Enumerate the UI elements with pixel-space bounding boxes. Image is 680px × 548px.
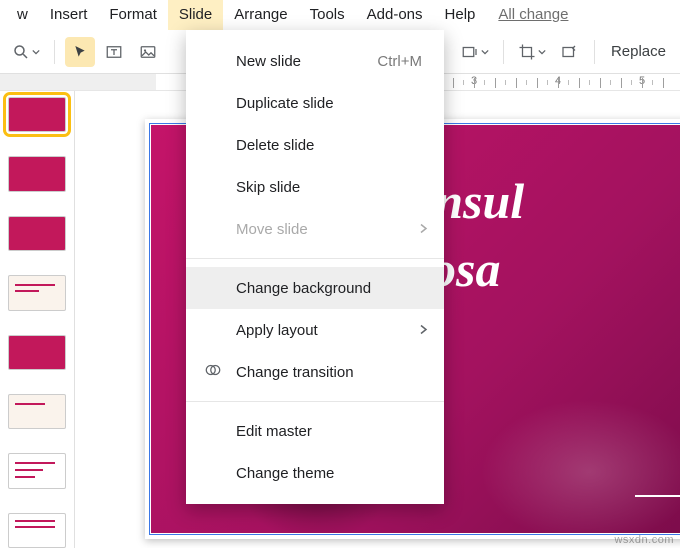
menu-label: Move slide (236, 221, 308, 238)
menu-label: Edit master (236, 423, 312, 440)
toolbar-separator (503, 40, 504, 64)
menu-label: Apply layout (236, 322, 318, 339)
slide-thumbnail-1[interactable] (8, 97, 66, 132)
transition-tool[interactable] (457, 37, 493, 67)
menu-item-view-partial[interactable]: w (6, 0, 39, 30)
menu-change-background[interactable]: Change background (186, 267, 444, 309)
menu-item-format[interactable]: Format (98, 0, 168, 30)
menubar: w Insert Format Slide Arrange Tools Add-… (0, 0, 680, 30)
menu-shortcut: Ctrl+M (377, 53, 422, 70)
slide-thumbnail-4[interactable] (8, 275, 66, 310)
replace-image-button[interactable]: Replace (605, 43, 672, 60)
menu-item-insert[interactable]: Insert (39, 0, 99, 30)
motion-icon (461, 43, 479, 61)
toolbar-separator (54, 40, 55, 64)
menu-duplicate-slide[interactable]: Duplicate slide (186, 82, 444, 124)
slide-thumbnail-3[interactable] (8, 216, 66, 251)
filmstrip (0, 91, 75, 548)
zoom-icon (12, 43, 30, 61)
transition-icon (204, 361, 222, 383)
menu-item-slide[interactable]: Slide (168, 0, 223, 30)
crop-icon (518, 43, 536, 61)
chevron-right-icon (420, 221, 428, 238)
menu-item-addons[interactable]: Add-ons (356, 0, 434, 30)
insert-image-tool[interactable] (133, 37, 163, 67)
chevron-right-icon (420, 322, 428, 339)
menu-label: Delete slide (236, 137, 314, 154)
slide-thumbnail-5[interactable] (8, 335, 66, 370)
menu-apply-layout[interactable]: Apply layout (186, 309, 444, 351)
menu-label: Change theme (236, 465, 334, 482)
menu-change-theme[interactable]: Change theme (186, 452, 444, 494)
menu-delete-slide[interactable]: Delete slide (186, 124, 444, 166)
watermark: wsxdn.com (614, 534, 674, 546)
menu-item-tools[interactable]: Tools (299, 0, 356, 30)
autosave-status[interactable]: All change (498, 6, 568, 23)
chevron-down-icon (481, 48, 489, 56)
reset-image-tool[interactable] (554, 37, 584, 67)
menu-label: Change background (236, 280, 371, 297)
textbox-icon (105, 43, 123, 61)
textbox-tool[interactable] (99, 37, 129, 67)
menu-separator (186, 401, 444, 402)
slide-menu-dropdown: New slide Ctrl+M Duplicate slide Delete … (186, 30, 444, 504)
crop-tool[interactable] (514, 37, 550, 67)
reset-image-icon (560, 43, 578, 61)
zoom-button[interactable] (8, 37, 44, 67)
menu-move-slide[interactable]: Move slide (186, 208, 444, 250)
image-icon (139, 43, 157, 61)
slide-thumbnail-7[interactable] (8, 453, 66, 488)
menu-skip-slide[interactable]: Skip slide (186, 166, 444, 208)
chevron-down-icon (538, 48, 546, 56)
menu-edit-master[interactable]: Edit master (186, 410, 444, 452)
select-tool[interactable] (65, 37, 95, 67)
menu-item-arrange[interactable]: Arrange (223, 0, 298, 30)
menu-separator (186, 258, 444, 259)
slide-thumbnail-2[interactable] (8, 156, 66, 191)
menu-label: New slide (236, 53, 301, 70)
toolbar-separator (594, 40, 595, 64)
slide-decoration-line (635, 495, 680, 497)
cursor-icon (72, 44, 88, 60)
menu-new-slide[interactable]: New slide Ctrl+M (186, 40, 444, 82)
menu-item-help[interactable]: Help (434, 0, 487, 30)
menu-change-transition[interactable]: Change transition (186, 351, 444, 393)
chevron-down-icon (32, 48, 40, 56)
menu-label: Change transition (236, 364, 354, 381)
slide-thumbnail-8[interactable] (8, 513, 66, 548)
menu-label: Skip slide (236, 179, 300, 196)
menu-label: Duplicate slide (236, 95, 334, 112)
slide-thumbnail-6[interactable] (8, 394, 66, 429)
